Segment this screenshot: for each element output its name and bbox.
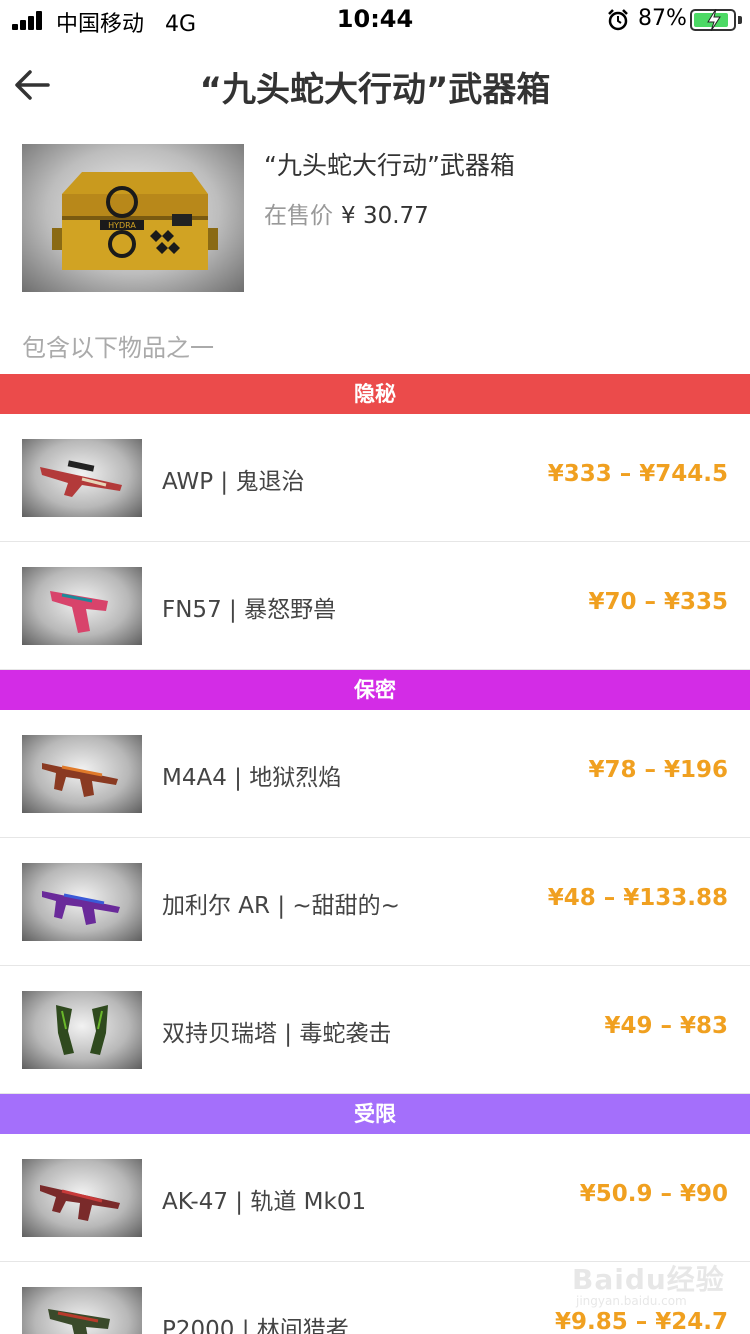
watermark-sub: jingyan.baidu.com <box>576 1294 687 1308</box>
item-price: ¥70 – ¥335 <box>588 589 728 615</box>
product-price: 在售价 ¥ 30.77 <box>264 196 429 230</box>
item-name: FN57 | 暴怒野兽 <box>162 597 337 623</box>
item-thumbnail <box>22 1287 142 1334</box>
watermark: Baidu经验 jingyan.baidu.com <box>572 1254 742 1314</box>
item-name: 双持贝瑞塔 | 毒蛇袭击 <box>162 1021 392 1047</box>
battery-tip <box>738 16 742 24</box>
item-price: ¥50.9 – ¥90 <box>579 1181 728 1207</box>
item-thumbnail <box>22 863 142 941</box>
section-header-covert: 隐秘 <box>0 374 750 414</box>
rifle-icon <box>42 891 120 925</box>
item-name: AWP | 鬼退治 <box>162 469 305 495</box>
item-thumbnail <box>22 439 142 517</box>
item-name: AK-47 | 轨道 Mk01 <box>162 1189 367 1215</box>
section-header-classified: 保密 <box>0 670 750 710</box>
pistol-icon <box>50 591 108 633</box>
weapon-case-icon: HYDRA <box>52 172 218 270</box>
list-item[interactable]: FN57 | 暴怒野兽 ¥70 – ¥335 <box>0 542 750 670</box>
pistol-icon <box>48 1309 110 1334</box>
item-thumbnail <box>22 1159 142 1237</box>
status-bar: 中国移动 4G 10:44 87% <box>0 0 750 40</box>
item-thumbnail <box>22 735 142 813</box>
contains-label: 包含以下物品之一 <box>22 334 214 362</box>
dual-pistols-icon <box>56 1005 108 1055</box>
price-value: ¥ 30.77 <box>341 203 429 229</box>
item-name: P2000 | 林间猎者 <box>162 1317 349 1334</box>
weapon-case-image: HYDRA <box>22 144 244 292</box>
item-thumbnail <box>22 567 142 645</box>
item-name: M4A4 | 地狱烈焰 <box>162 765 342 791</box>
sniper-rifle-icon <box>40 460 122 497</box>
nav-bar: “九头蛇大行动”武器箱 <box>0 40 750 130</box>
battery-percent: 87% <box>638 6 687 31</box>
page-title: “九头蛇大行动”武器箱 <box>199 70 551 110</box>
case-emblem-text: HYDRA <box>108 221 136 230</box>
watermark-main: Baidu经验 <box>572 1263 725 1296</box>
rifle-icon <box>42 763 118 797</box>
price-label: 在售价 <box>264 203 333 229</box>
list-item[interactable]: M4A4 | 地狱烈焰 ¥78 – ¥196 <box>0 710 750 838</box>
product-name: “九头蛇大行动”武器箱 <box>264 151 515 180</box>
charging-bolt-icon <box>707 9 721 31</box>
item-price: ¥48 – ¥133.88 <box>547 885 728 911</box>
rifle-icon <box>40 1185 120 1221</box>
section-header-restricted: 受限 <box>0 1094 750 1134</box>
list-item[interactable]: 加利尔 AR | ~甜甜的~ ¥48 – ¥133.88 <box>0 838 750 966</box>
list-item[interactable]: AK-47 | 轨道 Mk01 ¥50.9 – ¥90 <box>0 1134 750 1262</box>
item-thumbnail <box>22 991 142 1069</box>
list-item[interactable]: AWP | 鬼退治 ¥333 – ¥744.5 <box>0 414 750 542</box>
item-price: ¥49 – ¥83 <box>604 1013 728 1039</box>
item-name: 加利尔 AR | ~甜甜的~ <box>162 893 400 919</box>
list-item[interactable]: 双持贝瑞塔 | 毒蛇袭击 ¥49 – ¥83 <box>0 966 750 1094</box>
item-price: ¥78 – ¥196 <box>588 757 728 783</box>
item-price: ¥333 – ¥744.5 <box>547 461 728 487</box>
alarm-icon <box>608 9 628 31</box>
